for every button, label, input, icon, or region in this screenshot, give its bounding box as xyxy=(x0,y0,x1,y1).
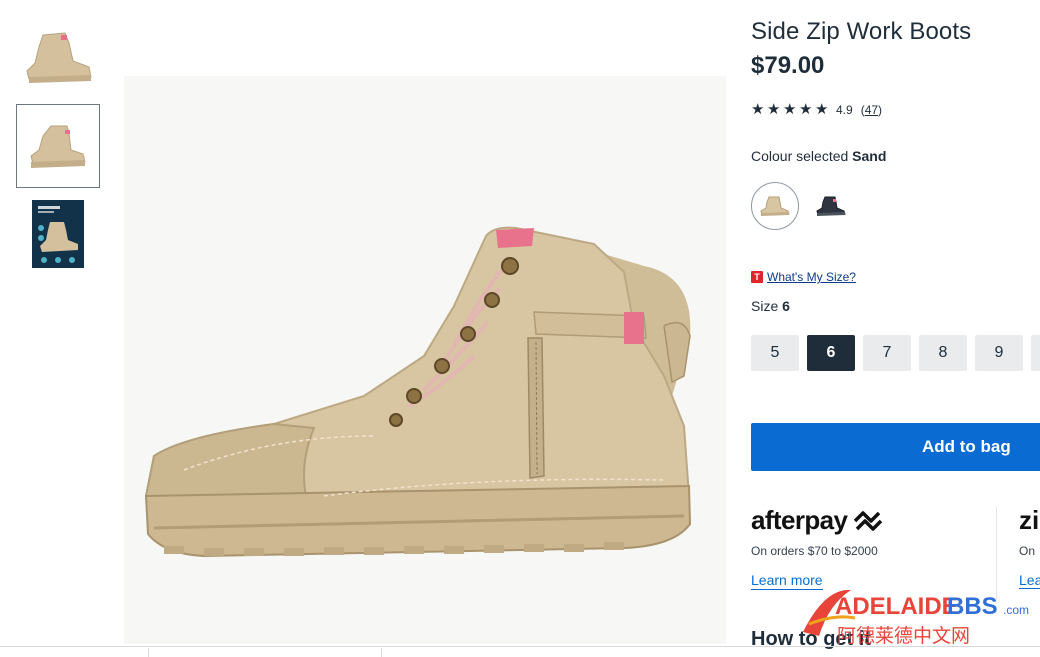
colour-label-text: Colour selected xyxy=(751,148,849,164)
size-options: 5 6 7 8 9 xyxy=(751,335,1040,371)
product-price: $79.00 xyxy=(751,52,825,79)
size-option-next[interactable] xyxy=(1031,335,1040,371)
afterpay-info: afterpay On orders $70 to $2000 Learn mo… xyxy=(751,505,991,590)
main-product-image[interactable] xyxy=(124,76,726,644)
size-selected-value: 6 xyxy=(782,298,790,314)
size-option-7[interactable]: 7 xyxy=(863,335,911,371)
product-title: Side Zip Work Boots xyxy=(751,18,972,45)
size-guide[interactable]: T What's My Size? xyxy=(751,270,856,284)
rating-score: 4.9 xyxy=(836,102,853,117)
product-page: Side Zip Work Boots $79.00 ★ ★ ★ ★ ★ 4.9… xyxy=(0,0,1040,657)
add-to-bag-button[interactable]: Add to bag xyxy=(751,423,1040,471)
zip-learn-more-link[interactable]: Lea xyxy=(1019,572,1040,589)
afterpay-arrows-icon xyxy=(854,510,883,531)
swatch-black[interactable] xyxy=(807,182,855,230)
how-to-get-it-heading: How to get it xyxy=(751,628,871,650)
afterpay-learn-more-link[interactable]: Learn more xyxy=(751,572,823,590)
whats-my-size-link[interactable]: What's My Size? xyxy=(767,270,856,284)
star-icon: ★ xyxy=(751,101,765,118)
review-count: 47 xyxy=(864,102,879,117)
product-details-panel: Side Zip Work Boots $79.00 ★ ★ ★ ★ ★ 4.9… xyxy=(751,0,1040,657)
size-label-text: Size xyxy=(751,298,779,314)
colour-selected-label: Colour selected Sand xyxy=(751,148,886,164)
sand-boot-swatch-icon xyxy=(760,196,790,216)
zip-info: zi On Lea xyxy=(1019,505,1040,590)
swatch-sand[interactable] xyxy=(751,182,799,230)
colour-swatches xyxy=(751,182,855,230)
thumbnail-boot-infographic[interactable] xyxy=(16,192,100,276)
size-selected-label: Size 6 xyxy=(751,298,790,314)
thumbnail-strip xyxy=(16,16,100,280)
star-rating: ★ ★ ★ ★ ★ xyxy=(751,102,831,117)
size-guide-logo-icon: T xyxy=(751,271,763,283)
sand-boot-image xyxy=(124,76,726,644)
black-boot-swatch-icon xyxy=(816,196,846,216)
review-count-link[interactable]: (47) xyxy=(861,103,882,117)
thumbnail-boot-front[interactable] xyxy=(16,104,100,188)
boot-thumbnail-icon xyxy=(26,32,92,83)
colour-selected-value: Sand xyxy=(852,148,887,164)
thumbnail-boot-side[interactable] xyxy=(16,16,100,100)
afterpay-note: On orders $70 to $2000 xyxy=(751,544,878,558)
product-rating[interactable]: ★ ★ ★ ★ ★ 4.9 (47) xyxy=(751,102,882,117)
bottom-tick xyxy=(148,648,149,657)
zip-logo-text: zi xyxy=(1019,505,1040,535)
afterpay-logo-text: afterpay xyxy=(751,505,848,535)
star-icon: ★ xyxy=(815,101,829,118)
payment-divider xyxy=(996,507,997,599)
star-icon: ★ xyxy=(799,101,813,118)
zip-note: On xyxy=(1019,544,1036,558)
size-option-5[interactable]: 5 xyxy=(751,335,799,371)
boot-thumbnail-icon xyxy=(30,125,86,168)
infographic-thumbnail-icon xyxy=(32,200,84,268)
size-option-8[interactable]: 8 xyxy=(919,335,967,371)
bottom-divider xyxy=(0,646,1040,647)
bottom-tick xyxy=(381,648,382,657)
star-icon: ★ xyxy=(783,101,797,118)
star-icon: ★ xyxy=(767,101,781,118)
size-option-9[interactable]: 9 xyxy=(975,335,1023,371)
afterpay-logo: afterpay xyxy=(751,505,991,536)
zip-logo: zi xyxy=(1019,505,1040,536)
size-option-6[interactable]: 6 xyxy=(807,335,855,371)
